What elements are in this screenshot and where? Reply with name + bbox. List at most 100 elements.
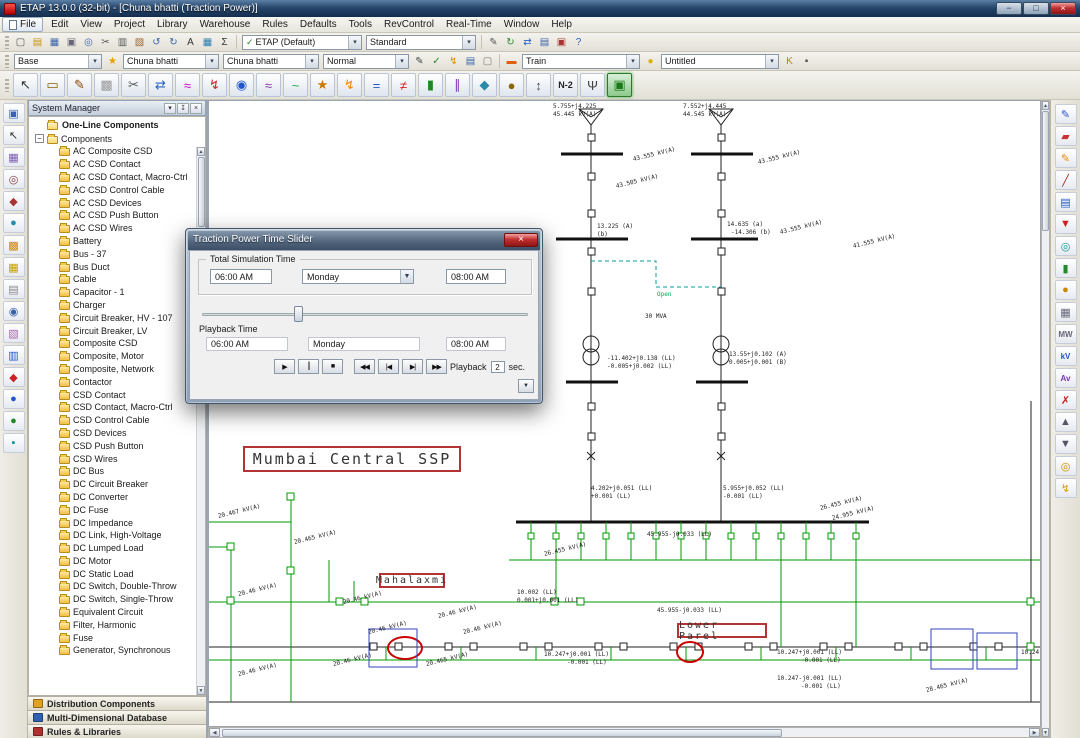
harmonic-icon[interactable]: ≈ [256,73,281,97]
protection-coordination-icon[interactable]: ★ [310,73,335,97]
alarm-icon[interactable]: ● [1055,280,1077,300]
tree-item-battery[interactable]: Battery [29,235,205,248]
display-mode-combo[interactable]: Normal ▾ [323,54,409,69]
link-icon[interactable]: ⇄ [148,73,173,97]
pen-icon[interactable]: ✎ [67,73,92,97]
select-mode-icon[interactable]: ↖ [13,73,38,97]
minimize-button[interactable]: − [996,2,1022,15]
scrollbar-thumb[interactable] [222,729,782,737]
label-mumbai-central-ssp[interactable]: Mumbai Central SSP [243,446,461,472]
arc-flash-icon[interactable]: ↯ [337,73,362,97]
realtime-mode-icon[interactable]: ▣ [607,73,632,97]
preference-combo[interactable]: ✓ ETAP (Default) ▾ [242,35,362,50]
tree-item-ac-csd-devices[interactable]: AC CSD Devices [29,196,205,209]
bulb-icon[interactable]: ● [642,53,659,69]
scroll-left-button[interactable]: ◀ [209,728,220,737]
toolbar-grip[interactable] [5,36,9,49]
undo-icon[interactable]: ↺ [148,34,165,50]
dialog-close-button[interactable]: × [504,233,538,247]
check-circuit-icon[interactable]: ✓ [428,53,445,69]
tree-item-csd-control-cable[interactable]: CSD Control Cable [29,414,205,427]
knife-icon[interactable]: ╱ [1055,170,1077,190]
panel-titlebar[interactable]: System Manager ▾↧× [28,100,206,116]
cut-icon[interactable]: ✂ [97,34,114,50]
rewind-button[interactable]: ◀◀ [354,359,375,374]
oneline-diagram-combo[interactable]: Chuna bhatti ▾ [223,54,319,69]
tree-item-ac-csd-wires[interactable]: AC CSD Wires [29,222,205,235]
scroll-up-button[interactable]: ▲ [197,147,205,156]
help-icon[interactable]: ? [570,34,587,50]
tree-item-composite-motor[interactable]: Composite, Motor [29,350,205,363]
open-project-icon[interactable]: ▤ [29,34,46,50]
maximize-button[interactable]: □ [1023,2,1049,15]
edit-pencil-icon[interactable]: ✎ [1055,104,1077,124]
lightning-icon[interactable]: ↯ [445,53,462,69]
stamp-icon[interactable]: ▣ [553,34,570,50]
menu-rules[interactable]: Rules [256,18,294,31]
battery-sizing-icon[interactable]: ▮ [418,73,443,97]
marquee-icon[interactable]: ▭ [40,73,65,97]
result-analyzer-icon[interactable]: ▮ [1055,258,1077,278]
panel-close-button[interactable]: × [190,103,202,114]
kv-units-icon[interactable]: kV [1055,346,1077,366]
redo-icon[interactable]: ↻ [165,34,182,50]
tree-item-filter-harmonic[interactable]: Filter, Harmonic [29,618,205,631]
close-button[interactable]: × [1050,2,1076,15]
tree-item-csd-contact[interactable]: CSD Contact [29,388,205,401]
plug-icon[interactable]: Ψ [580,73,605,97]
scroll-right-button[interactable]: ▶ [1029,728,1040,737]
fast-forward-button[interactable]: ▶▶ [426,359,447,374]
simulation-end-time-field[interactable]: 08:00 AM [446,269,506,284]
tree-item-cable[interactable]: Cable [29,273,205,286]
tree-item-dc-fuse[interactable]: DC Fuse [29,503,205,516]
calculator-icon[interactable]: ▦ [1055,302,1077,322]
hide-protection-icon[interactable]: ◆ [3,191,25,211]
switching-sequence-icon[interactable]: ↕ [526,73,551,97]
print-icon[interactable]: ▣ [63,34,80,50]
tree-item-composite-csd[interactable]: Composite CSD [29,337,205,350]
unbalanced-load-flow-icon[interactable]: ∥ [445,73,470,97]
paste-icon[interactable]: ▧ [131,34,148,50]
scrollbar-thumb[interactable] [198,157,205,227]
menu-defaults[interactable]: Defaults [294,18,343,31]
tree-item-bus-duct[interactable]: Bus Duct [29,260,205,273]
page-down-icon[interactable]: ▼ [1055,434,1077,454]
tree-item-bus-37[interactable]: Bus - 37 [29,247,205,260]
tree-item-dc-lumped-load[interactable]: DC Lumped Load [29,542,205,555]
scroll-down-button[interactable]: ▼ [1042,728,1049,737]
step-back-button[interactable]: |◀ [378,359,399,374]
simulation-start-time-field[interactable]: 06:00 AM [210,269,272,284]
scroll-down-button[interactable]: ▼ [197,686,205,695]
load-flow-icon[interactable]: ≈ [175,73,200,97]
tab-distribution-components[interactable]: Distribution Components [28,696,206,710]
menu-edit[interactable]: Edit [45,18,74,31]
collapse-icon[interactable]: − [35,134,44,143]
menu-tools[interactable]: Tools [343,18,378,31]
menu-view[interactable]: View [74,18,108,31]
tree-item-dc-circuit-breaker[interactable]: DC Circuit Breaker [29,478,205,491]
canvas-horizontal-scrollbar[interactable]: ◀ ▶ [208,727,1041,738]
tree-item-dc-link-high-voltage[interactable]: DC Link, High-Voltage [29,529,205,542]
tree-item-dc-bus[interactable]: DC Bus [29,465,205,478]
report-icon[interactable]: ▢ [479,53,496,69]
dc-short-circuit-icon[interactable]: ≠ [391,73,416,97]
panel-menu-button[interactable]: ▾ [164,103,176,114]
scrollbar-thumb[interactable] [1042,111,1049,231]
remove-results-icon[interactable]: ✗ [1055,390,1077,410]
slider-thumb[interactable] [294,306,303,322]
globe-web-icon[interactable]: ◎ [1055,236,1077,256]
study-case-combo[interactable]: Untitled ▾ [661,54,779,69]
dc-load-flow-icon[interactable]: = [364,73,389,97]
transient-stability-icon[interactable]: ~ [283,73,308,97]
tree-item-dc-static-load[interactable]: DC Static Load [29,567,205,580]
train-combo[interactable]: Train ▾ [522,54,640,69]
tree-item-fuse[interactable]: Fuse [29,631,205,644]
tree-item-csd-devices[interactable]: CSD Devices [29,427,205,440]
scroll-up-button[interactable]: ▲ [1042,101,1049,110]
label-mahalaxmi[interactable]: Mahalaxmi [379,573,445,588]
tree-item-csd-push-button[interactable]: CSD Push Button [29,439,205,452]
menu-file[interactable]: File [2,17,43,32]
oneline-canvas[interactable]: 5.755+j4.22545.445 kV(A)7.552+j4.44544.5… [208,100,1041,727]
time-slider[interactable] [202,306,528,322]
alert-diamonds-icon[interactable]: ◆ [3,367,25,387]
